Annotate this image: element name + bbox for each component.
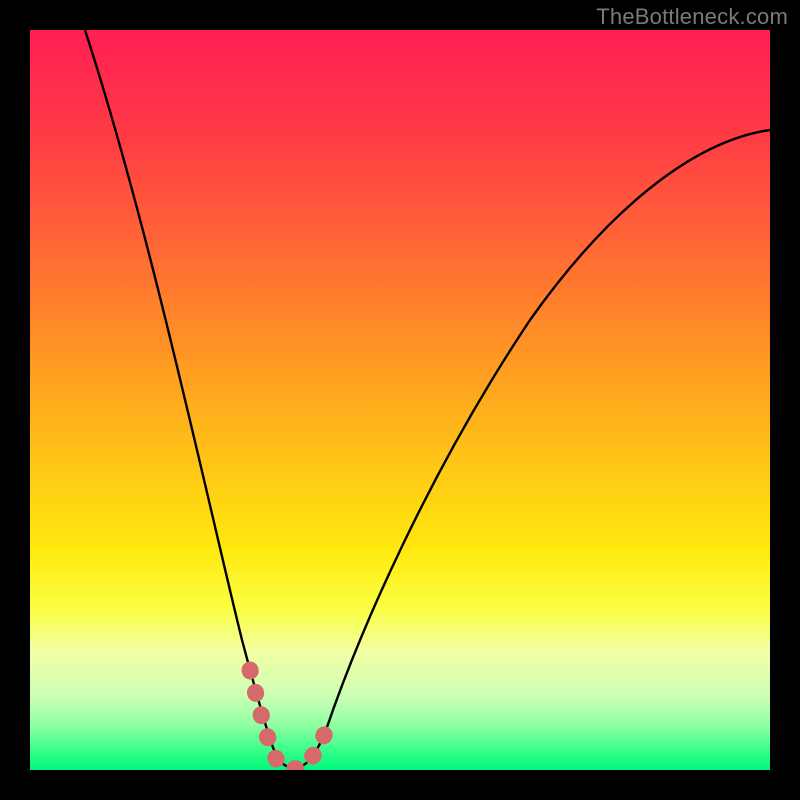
watermark-label: TheBottleneck.com xyxy=(596,4,788,30)
highlight-dip xyxy=(250,670,332,769)
curve-layer xyxy=(30,30,770,770)
plot-area xyxy=(30,30,770,770)
chart-frame: TheBottleneck.com xyxy=(0,0,800,800)
bottleneck-curve xyxy=(85,30,770,768)
